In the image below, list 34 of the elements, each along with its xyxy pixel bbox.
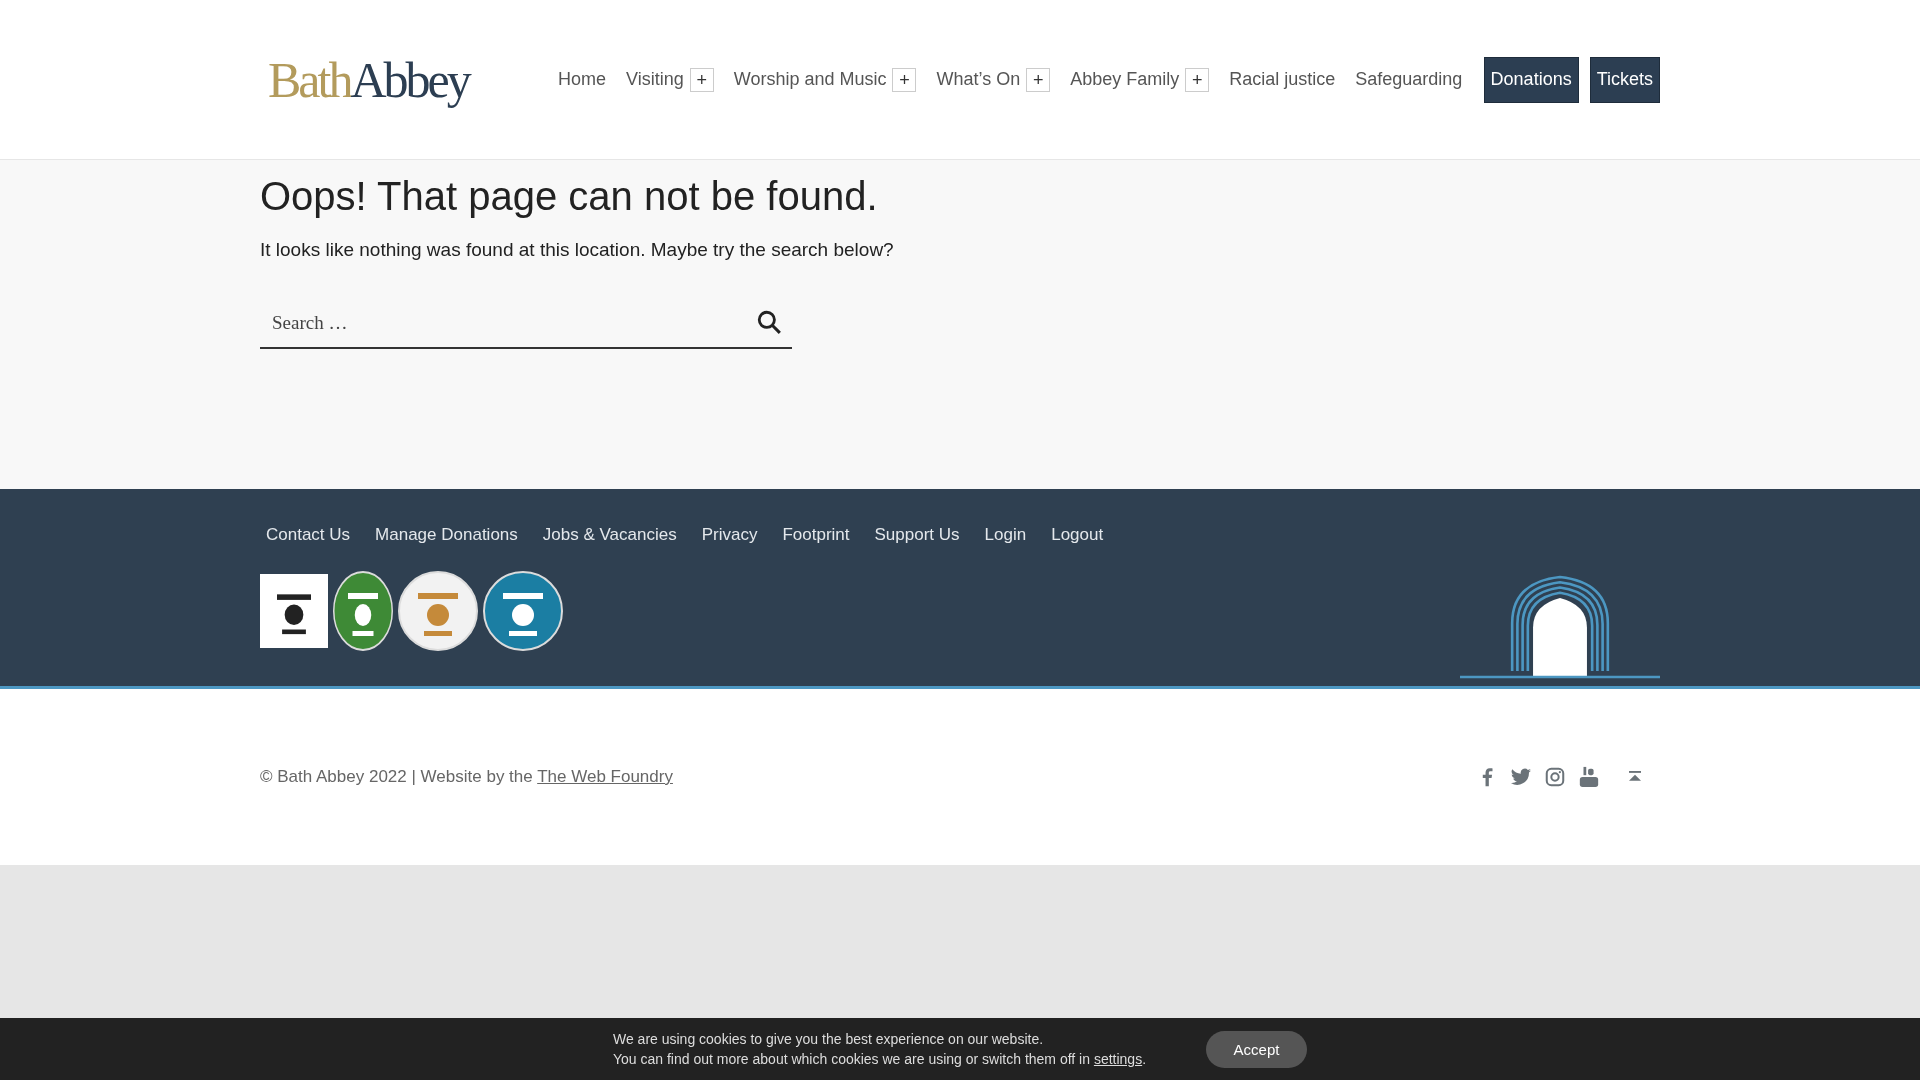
nav-link[interactable]: Home <box>558 69 606 90</box>
camera-icon[interactable] <box>1544 766 1566 788</box>
search-field[interactable]: Search … <box>260 299 792 349</box>
credit-link[interactable]: The Web Foundry <box>537 767 673 786</box>
bird-icon[interactable] <box>1510 766 1532 788</box>
page-title: Oops! That page can not be found. <box>260 174 879 219</box>
logo[interactable]: BathAbbey <box>268 50 558 109</box>
footer-link[interactable]: Footprint <box>782 525 850 545</box>
nav-link[interactable]: Safeguarding <box>1355 69 1463 90</box>
copyright-text: © Bath Abbey 2022 | Website by the The Web Foundry <box>260 767 673 787</box>
search-icon[interactable] <box>756 309 782 335</box>
message-text: It looks like nothing was found at this location. Maybe try the search below? <box>260 239 895 261</box>
header-button[interactable]: Tickets <box>1589 56 1660 103</box>
nav-link[interactable]: Worship and Music <box>733 69 887 90</box>
footer-link[interactable]: Privacy <box>701 525 758 545</box>
footer-link[interactable]: Logout <box>1051 525 1104 545</box>
expand-button[interactable]: + <box>1185 67 1210 92</box>
nav-link[interactable]: Abbey Family <box>1070 69 1180 90</box>
cookie-text: You can find out more about which cookies we are using or switch them off in settings. <box>612 1050 1147 1069</box>
expand-button[interactable]: + <box>892 67 917 92</box>
footer-link[interactable]: Login <box>984 525 1027 545</box>
video-icon[interactable] <box>1578 766 1600 788</box>
nav-link[interactable]: Racial justice <box>1229 69 1336 90</box>
nav-link[interactable]: Visiting <box>626 69 684 90</box>
expand-button[interactable]: + <box>689 67 714 92</box>
nav-link[interactable]: What’s On <box>936 69 1021 90</box>
accept-button[interactable]: Accept <box>1206 1030 1308 1068</box>
expand-button[interactable]: + <box>1026 67 1051 92</box>
header-button[interactable]: Donations <box>1483 56 1579 103</box>
footer-link[interactable]: Jobs & Vacancies <box>542 525 677 545</box>
cookie-text: We are using cookies to give you the best experience on our website. <box>612 1030 1045 1049</box>
footer-link[interactable]: Contact Us <box>266 525 351 545</box>
footer-link[interactable]: Manage Donations <box>375 525 518 545</box>
footer-link[interactable]: Support Us <box>874 525 960 545</box>
